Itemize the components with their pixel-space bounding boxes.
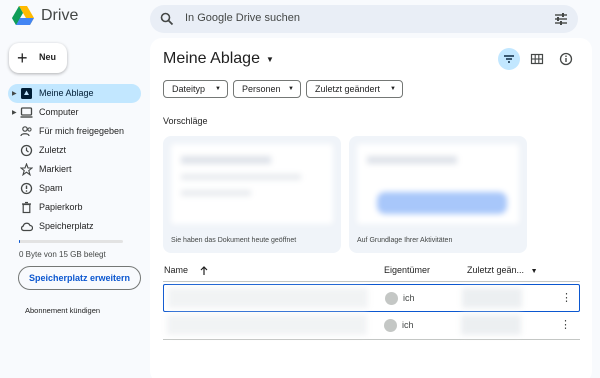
cancel-subscription-link[interactable]: Abonnement kündigen: [25, 306, 100, 315]
page-title-text: Meine Ablage: [163, 50, 260, 67]
chevron-down-icon: ▼: [215, 86, 221, 92]
filter-chip-modified[interactable]: Zuletzt geändert ▼: [306, 80, 403, 98]
modified-date: [462, 288, 522, 308]
search-input[interactable]: In Google Drive suchen: [185, 12, 300, 24]
owner-name: ich: [403, 293, 415, 303]
avatar: [385, 292, 398, 305]
chevron-down-icon: ▼: [265, 54, 274, 64]
filter-icon: [504, 55, 514, 63]
chip-label: Dateityp: [172, 84, 206, 94]
info-icon[interactable]: [559, 52, 573, 66]
new-button-label: Neu: [39, 52, 57, 62]
table-row[interactable]: ich ⋮: [163, 312, 580, 340]
storage-usage-text: 0 Byte von 15 GB belegt: [19, 250, 106, 259]
filter-chip-people[interactable]: Personen ▼: [233, 80, 301, 98]
grid-view-icon[interactable]: [530, 52, 544, 66]
sidebar-item-label: Papierkorb: [39, 202, 83, 212]
shared-icon: [20, 126, 32, 137]
file-name[interactable]: [167, 315, 367, 335]
suggestion-card[interactable]: Sie haben das Dokument heute geöffnet: [163, 136, 341, 253]
storage-progress-fill: [19, 240, 21, 243]
sidebar-item-trash[interactable]: Papierkorb: [8, 198, 141, 217]
sidebar-item-label: Markiert: [39, 164, 72, 174]
drive-logo[interactable]: Drive: [12, 6, 78, 26]
sidebar-item-starred[interactable]: Markiert: [8, 160, 141, 179]
table-row[interactable]: ich ⋮: [163, 284, 580, 312]
column-header-label: Zuletzt geän...: [467, 265, 525, 275]
chip-label: Personen: [242, 84, 281, 94]
cloud-icon: [21, 222, 33, 232]
drive-logo-icon: [12, 6, 34, 25]
new-button[interactable]: + Neu: [9, 43, 67, 73]
document-preview: [171, 144, 333, 224]
filter-button[interactable]: [498, 48, 520, 70]
sidebar-item-computer[interactable]: ▶ Computer: [8, 103, 141, 122]
search-options-icon[interactable]: [554, 12, 568, 26]
column-header-modified[interactable]: Zuletzt geän... ▼: [467, 265, 538, 275]
divider: [163, 281, 580, 282]
sort-arrow-up-icon[interactable]: [199, 265, 209, 276]
more-actions-icon[interactable]: ⋮: [560, 318, 571, 331]
sidebar-item-my-drive[interactable]: ▶ Meine Ablage: [8, 84, 141, 103]
suggestion-card[interactable]: Auf Grundlage Ihrer Aktivitäten: [349, 136, 527, 253]
chevron-down-icon: ▼: [390, 86, 396, 92]
recent-icon: [20, 144, 33, 157]
upgrade-storage-button[interactable]: Speicherplatz erweitern: [18, 266, 141, 290]
avatar: [384, 319, 397, 332]
more-actions-icon[interactable]: ⋮: [561, 291, 572, 304]
sidebar-item-label: Für mich freigegeben: [39, 126, 125, 136]
my-drive-icon: [21, 88, 32, 99]
search-icon[interactable]: [160, 12, 174, 26]
suggestion-caption: Sie haben das Dokument heute geöffnet: [171, 237, 297, 244]
plus-icon: +: [17, 48, 28, 68]
page-title[interactable]: Meine Ablage ▼: [163, 50, 274, 68]
computer-icon: [20, 107, 33, 118]
main-panel: Meine Ablage ▼ Dateityp ▼ Personen ▼ Zul…: [150, 38, 592, 378]
app-name: Drive: [41, 7, 79, 24]
sidebar-item-label: Speicherplatz: [39, 221, 94, 231]
chevron-down-icon: ▼: [288, 86, 294, 92]
suggestion-caption: Auf Grundlage Ihrer Aktivitäten: [357, 237, 453, 244]
storage-progress-bar: [19, 240, 123, 243]
sidebar-item-recent[interactable]: Zuletzt: [8, 141, 141, 160]
search-bar[interactable]: In Google Drive suchen: [150, 5, 578, 33]
suggestions-heading: Vorschläge: [163, 116, 208, 126]
sidebar-item-shared[interactable]: Für mich freigegeben: [8, 122, 141, 141]
sidebar-item-label: Zuletzt: [39, 145, 67, 155]
sidebar-nav: ▶ Meine Ablage ▶ Computer Für mich freig…: [8, 84, 141, 236]
sidebar-item-label: Spam: [39, 183, 63, 193]
sidebar-item-storage[interactable]: Speicherplatz: [8, 217, 141, 236]
sidebar-item-label: Meine Ablage: [39, 88, 94, 98]
file-name[interactable]: [168, 288, 368, 308]
trash-icon: [22, 201, 31, 214]
sidebar-item-label: Computer: [39, 107, 79, 117]
column-header-label: Name: [164, 265, 189, 275]
chevron-down-icon: ▼: [530, 268, 538, 275]
column-header-name[interactable]: Name: [164, 265, 188, 275]
chip-label: Zuletzt geändert: [315, 84, 381, 94]
owner-name: ich: [402, 320, 414, 330]
expand-caret-icon[interactable]: ▶: [12, 109, 17, 116]
sidebar-item-spam[interactable]: Spam: [8, 179, 141, 198]
column-header-owner[interactable]: Eigentümer: [384, 265, 430, 275]
filter-chip-filetype[interactable]: Dateityp ▼: [163, 80, 228, 98]
modified-date: [461, 315, 521, 335]
expand-caret-icon[interactable]: ▶: [12, 90, 17, 97]
spam-icon: [20, 182, 33, 195]
document-preview: [357, 144, 519, 224]
star-icon: [20, 163, 33, 176]
